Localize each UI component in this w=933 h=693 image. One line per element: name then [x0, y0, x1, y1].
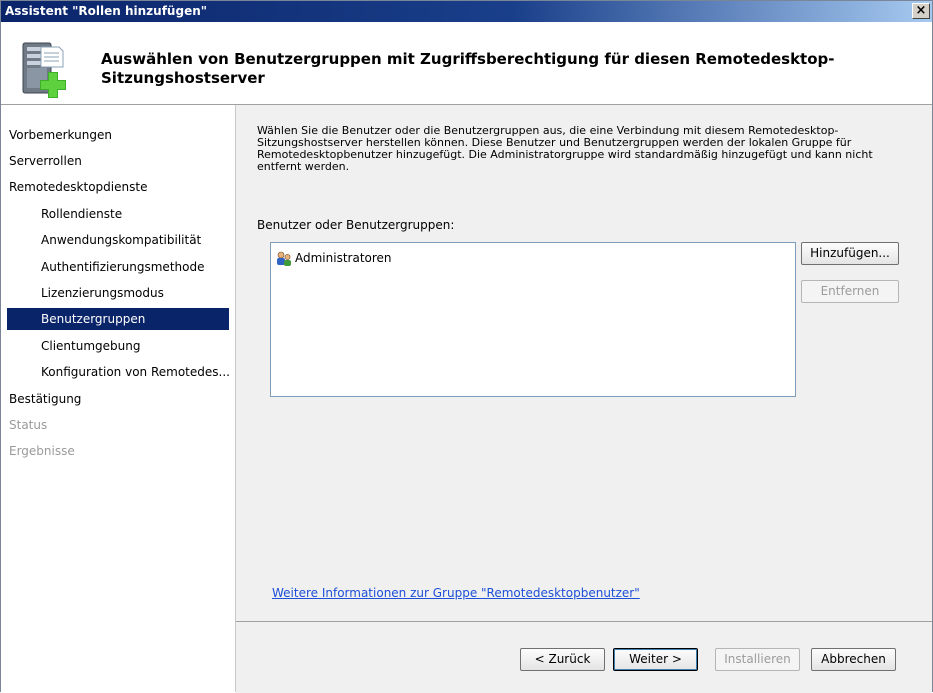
sidebar-item-anwendungskompatibilitaet[interactable]: Anwendungskompatibilität — [1, 229, 235, 251]
sidebar-item-clientumgebung[interactable]: Clientumgebung — [1, 335, 235, 357]
sidebar-item-authentifizierungsmethode[interactable]: Authentifizierungsmethode — [1, 256, 235, 278]
sidebar-item-serverrollen[interactable]: Serverrollen — [1, 150, 235, 172]
sidebar-item-vorbemerkungen[interactable]: Vorbemerkungen — [1, 124, 235, 146]
install-button[interactable]: Installieren — [715, 648, 800, 671]
window-title: Assistent "Rollen hinzufügen" — [5, 4, 207, 18]
sidebar-item-rollendienste[interactable]: Rollendienste — [1, 203, 235, 225]
wizard-content: Wählen Sie die Benutzer oder die Benutze… — [247, 105, 927, 620]
wizard-steps-sidebar: Vorbemerkungen Serverrollen Remotedeskto… — [1, 105, 236, 692]
sidebar-item-lizenzierungsmodus[interactable]: Lizenzierungsmodus — [1, 282, 235, 304]
info-link[interactable]: Weitere Informationen zur Gruppe "Remote… — [272, 586, 640, 600]
sidebar-item-ergebnisse: Ergebnisse — [9, 444, 75, 458]
wizard-header: Auswählen von Benutzergruppen mit Zugrif… — [1, 22, 932, 105]
remove-button[interactable]: Entfernen — [801, 280, 899, 303]
sidebar-item-bestaetigung[interactable]: Bestätigung — [1, 388, 235, 410]
sidebar-item-status: Status — [9, 418, 48, 432]
list-item[interactable]: Administratoren — [275, 249, 392, 267]
user-groups-listbox[interactable]: Administratoren — [270, 242, 796, 397]
add-button[interactable]: Hinzufügen... — [801, 242, 899, 265]
sidebar-item-remotedesktopdienste[interactable]: Remotedesktopdienste — [1, 176, 235, 198]
wizard-window: Assistent "Rollen hinzufügen" × Auswähle… — [0, 0, 933, 693]
title-bar[interactable]: Assistent "Rollen hinzufügen" × — [1, 1, 932, 22]
list-item-label: Administratoren — [295, 251, 392, 265]
description-text: Wählen Sie die Benutzer oder die Benutze… — [257, 124, 873, 173]
next-button[interactable]: Weiter > — [613, 648, 698, 671]
page-title: Auswählen von Benutzergruppen mit Zugrif… — [101, 50, 835, 87]
wizard-footer: < Zurück Weiter > Installieren Abbrechen — [236, 621, 932, 693]
server-add-icon — [22, 42, 66, 98]
sidebar-item-benutzergruppen[interactable]: Benutzergruppen — [7, 308, 229, 330]
cancel-button[interactable]: Abbrechen — [811, 648, 896, 671]
list-label: Benutzer oder Benutzergruppen: — [257, 218, 455, 232]
close-button[interactable]: × — [912, 3, 930, 19]
user-group-icon — [277, 251, 291, 266]
back-button[interactable]: < Zurück — [520, 648, 605, 671]
sidebar-item-konfiguration[interactable]: Konfiguration von Remotedes... — [1, 361, 235, 383]
